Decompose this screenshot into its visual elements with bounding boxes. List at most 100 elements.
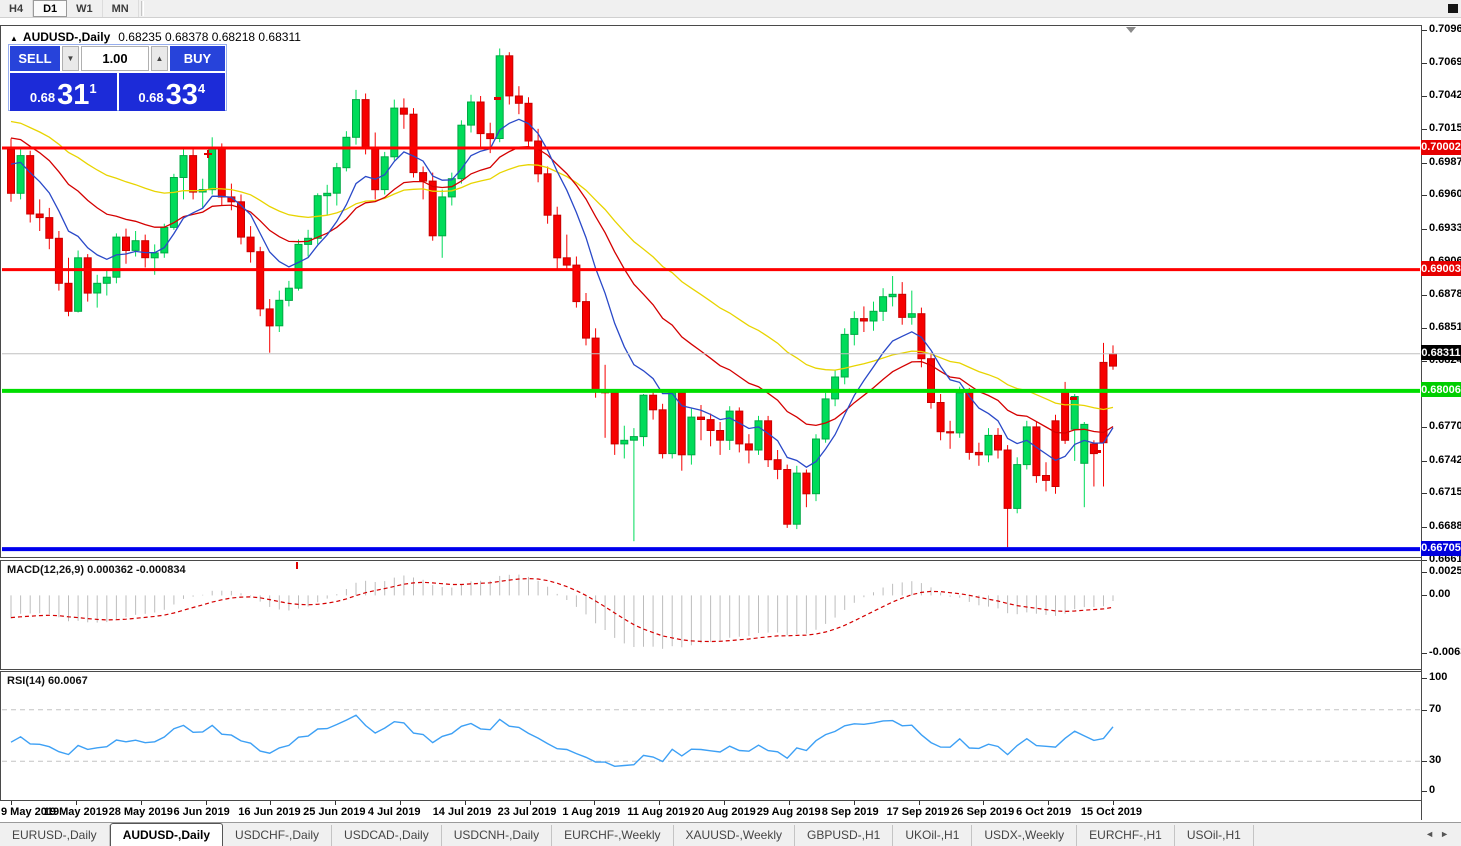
date-tick-label: 25 Jun 2019 <box>303 806 365 818</box>
date-axis[interactable]: 9 May 201919 May 201928 May 20196 Jun 20… <box>0 801 1422 821</box>
rsi-tick-mark <box>1422 761 1427 762</box>
date-tick-label: 1 Aug 2019 <box>562 806 620 818</box>
date-tick-label: 26 Sep 2019 <box>951 806 1014 818</box>
timeframe-button-h4[interactable]: H4 <box>0 0 33 17</box>
collapse-trade-panel-icon[interactable]: ▲ <box>10 34 18 43</box>
price-tick-mark <box>1422 195 1427 196</box>
volume-input[interactable]: 1.00 <box>81 46 149 71</box>
price-badge: 0.68006 <box>1421 382 1461 397</box>
symbol-tab-eurchf-weekly[interactable]: EURCHF-,Weekly <box>552 825 673 846</box>
price-tick-mark <box>1422 328 1427 329</box>
date-tick-mark <box>919 801 920 805</box>
window-button[interactable] <box>1448 4 1458 13</box>
symbol-tab-audusd-daily[interactable]: AUDUSD-,Daily <box>110 823 223 846</box>
symbol-tab-xauusd-weekly[interactable]: XAUUSD-,Weekly <box>674 825 795 846</box>
date-tick-label: 28 May 2019 <box>109 806 173 818</box>
price-tick-mark <box>1422 427 1427 428</box>
date-tick-mark <box>659 801 660 805</box>
date-tick-label: 11 Aug 2019 <box>627 806 690 818</box>
sell-price-big: 31 <box>57 82 89 108</box>
date-tick-mark <box>76 801 77 805</box>
price-tick-mark <box>1422 527 1427 528</box>
sell-price-prefix: 0.68 <box>30 90 55 105</box>
date-tick-label: 4 Jul 2019 <box>368 806 421 818</box>
tab-scroll-arrows[interactable]: ◄► <box>1425 829 1455 839</box>
macd-tick-mark <box>1422 653 1427 654</box>
rsi-canvas[interactable] <box>1 672 1421 800</box>
macd-label: MACD(12,26,9) 0.000362 -0.000834 <box>7 564 186 576</box>
symbol-tab-usdx-weekly[interactable]: USDX-,Weekly <box>972 825 1077 846</box>
date-tick-mark <box>1048 801 1049 805</box>
chart-symbol-header: ▲ AUDUSD-,Daily 0.68235 0.68378 0.68218 0.… <box>10 30 301 44</box>
sell-price-display[interactable]: 0.68 31 1 <box>10 73 117 111</box>
symbol-tab-eurchf-h1[interactable]: EURCHF-,H1 <box>1077 825 1175 846</box>
price-tick-mark <box>1422 30 1427 31</box>
price-tick-mark <box>1422 461 1427 462</box>
symbol-tab-ukoil-h1[interactable]: UKOil-,H1 <box>893 825 972 846</box>
price-tick-label: 0.68515 <box>1429 321 1461 333</box>
price-tick-label: 0.69605 <box>1429 188 1461 200</box>
price-badge: 0.69003 <box>1421 261 1461 276</box>
price-tick-label: 0.69330 <box>1429 222 1461 234</box>
volume-decrease-button[interactable]: ▼ <box>62 46 79 71</box>
timeframe-button-d1[interactable]: D1 <box>33 0 67 17</box>
date-tick-label: 17 Sep 2019 <box>887 806 950 818</box>
date-tick-mark <box>1113 801 1114 805</box>
timeframe-toolbar: H4D1W1MN <box>0 0 1461 18</box>
symbol-title: AUDUSD-,Daily <box>23 30 110 44</box>
rsi-panel: RSI(14) 60.0067 <box>0 671 1422 801</box>
symbol-tab-usdcad-daily[interactable]: USDCAD-,Daily <box>332 825 442 846</box>
macd-canvas[interactable] <box>1 561 1421 669</box>
symbol-tab-gbpusd-h1[interactable]: GBPUSD-,H1 <box>795 825 893 846</box>
toolbar-divider <box>141 1 144 16</box>
date-tick-mark <box>465 801 466 805</box>
symbol-tab-usdchf-daily[interactable]: USDCHF-,Daily <box>223 825 332 846</box>
date-tick-mark <box>724 801 725 805</box>
timeframe-button-w1[interactable]: W1 <box>67 0 103 17</box>
price-tick-label: 0.66880 <box>1429 520 1461 532</box>
rsi-tick-label: 100 <box>1429 671 1447 683</box>
price-tick-label: 0.69875 <box>1429 156 1461 168</box>
price-tick-label: 0.68785 <box>1429 288 1461 300</box>
price-tick-mark <box>1422 560 1427 561</box>
date-tick-label: 23 Jul 2019 <box>498 806 557 818</box>
rsi-tick-label: 0 <box>1429 784 1435 796</box>
rsi-tick-mark <box>1422 678 1427 679</box>
date-tick-label: 15 Oct 2019 <box>1081 806 1142 818</box>
macd-tick-label: 0.00 <box>1429 588 1450 600</box>
date-tick-mark <box>594 801 595 805</box>
price-tick-label: 0.67155 <box>1429 486 1461 498</box>
buy-button[interactable]: BUY <box>170 46 225 71</box>
buy-price-display[interactable]: 0.68 33 4 <box>119 73 226 111</box>
date-tick-mark <box>789 801 790 805</box>
date-tick-label: 6 Jun 2019 <box>174 806 230 818</box>
buy-price-sup: 4 <box>198 81 205 96</box>
price-tick-label: 0.70420 <box>1429 89 1461 101</box>
rsi-tick-mark <box>1422 791 1427 792</box>
date-tick-label: 14 Jul 2019 <box>433 806 492 818</box>
symbol-tab-usdcnh-daily[interactable]: USDCNH-,Daily <box>442 825 552 846</box>
symbol-ohlc: 0.68235 0.68378 0.68218 0.68311 <box>118 30 301 44</box>
volume-increase-button[interactable]: ▲ <box>151 46 168 71</box>
symbol-tab-usoil-h1[interactable]: USOil-,H1 <box>1175 825 1254 846</box>
date-tick-label: 16 Jun 2019 <box>238 806 300 818</box>
sell-button[interactable]: SELL <box>10 46 60 71</box>
date-tick-mark <box>983 801 984 805</box>
tab-scroll-right-icon: ► <box>1440 829 1455 839</box>
price-tick-label: 0.67700 <box>1429 420 1461 432</box>
macd-panel: MACD(12,26,9) 0.000362 -0.000834 <box>0 560 1422 670</box>
price-tick-label: 0.70150 <box>1429 122 1461 134</box>
buy-price-prefix: 0.68 <box>138 90 163 105</box>
rsi-tick-label: 30 <box>1429 754 1441 766</box>
date-tick-mark <box>400 801 401 805</box>
timeframe-button-mn[interactable]: MN <box>103 0 139 17</box>
price-tick-mark <box>1422 63 1427 64</box>
price-tick-mark <box>1422 129 1427 130</box>
price-badge: 0.66705 <box>1421 541 1461 556</box>
macd-tick-label: 0.002574 <box>1429 565 1461 577</box>
date-tick-label: 20 Aug 2019 <box>692 806 756 818</box>
tab-scroll-left-icon: ◄ <box>1425 829 1440 839</box>
date-tick-mark <box>11 801 12 805</box>
symbol-tab-eurusd-daily[interactable]: EURUSD-,Daily <box>0 825 110 846</box>
date-tick-mark <box>270 801 271 805</box>
